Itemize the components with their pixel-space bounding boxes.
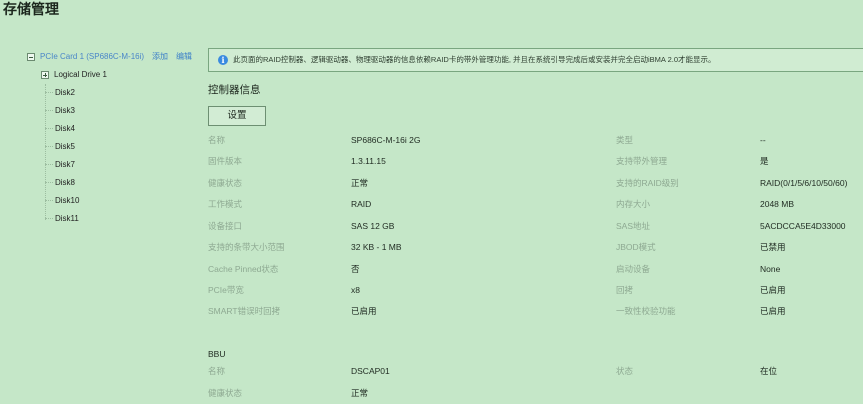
field-value: 在位 — [760, 366, 778, 376]
field-value: 正常 — [351, 178, 369, 188]
tree-node-disk[interactable]: Disk10 — [55, 192, 79, 210]
tree-connector — [45, 182, 53, 183]
field-value: 1.3.11.15 — [351, 156, 386, 166]
tree-node-disk[interactable]: Disk7 — [55, 156, 75, 174]
field-label: 支持的条带大小范围 — [208, 242, 285, 252]
field-value: 否 — [351, 264, 360, 274]
tree-connector — [45, 164, 53, 165]
collapse-icon[interactable] — [27, 52, 35, 61]
field-value: RAID — [351, 199, 372, 209]
expand-icon[interactable] — [41, 70, 49, 79]
add-link[interactable]: 添加 — [152, 52, 168, 61]
tree-node-disk[interactable]: Disk8 — [55, 174, 75, 192]
storage-management-page: 存储管理 PCIe Card 1 (SP686C-M-16i) 添加 编辑 Logi… — [0, 0, 863, 404]
field-value: 已启用 — [760, 306, 786, 316]
field-label: 支持的RAID级别 — [616, 178, 679, 188]
tree-connector — [45, 218, 53, 219]
tree-connector — [45, 110, 53, 111]
pcie-card-label[interactable]: PCIe Card 1 (SP686C-M-16i) — [40, 52, 144, 61]
tree-node-disk[interactable]: Disk2 — [55, 84, 75, 102]
tree-node-disk[interactable]: Disk11 — [55, 210, 79, 228]
field-label: 内存大小 — [616, 199, 651, 209]
controller-section-title: 控制器信息 — [208, 84, 261, 96]
field-value: 已禁用 — [760, 242, 786, 252]
field-label: 名称 — [208, 135, 226, 145]
field-value: 32 KB - 1 MB — [351, 242, 402, 252]
field-value: SP686C-M-16i 2G — [351, 135, 421, 145]
page-title: 存储管理 — [3, 1, 59, 17]
field-value: None — [760, 264, 781, 274]
field-label: 启动设备 — [616, 264, 651, 274]
field-label: 一致性校验功能 — [616, 306, 676, 316]
field-label: 名称 — [208, 366, 226, 376]
tree-node-disk[interactable]: Disk4 — [55, 120, 75, 138]
field-value: 已启用 — [351, 306, 377, 316]
field-value: 正常 — [351, 388, 369, 398]
field-value: 5ACDCCA5E4D33000 — [760, 221, 846, 231]
field-value: 已启用 — [760, 285, 786, 295]
tree-connector — [45, 92, 53, 93]
tree-connector — [45, 128, 53, 129]
field-label: JBOD模式 — [616, 242, 656, 252]
field-label: 健康状态 — [208, 388, 243, 398]
settings-button[interactable]: 设置 — [208, 106, 266, 126]
tree-connector — [45, 146, 53, 147]
tree-connector — [45, 200, 53, 201]
tree-node-pcie-card[interactable]: PCIe Card 1 (SP686C-M-16i) 添加 编辑 — [27, 48, 192, 66]
info-icon: i — [218, 55, 228, 65]
bbu-section-title: BBU — [208, 349, 226, 359]
field-label: 设备接口 — [208, 221, 243, 231]
edit-link[interactable]: 编辑 — [176, 52, 192, 61]
field-label: 回拷 — [616, 285, 634, 295]
field-value: 2048 MB — [760, 199, 795, 209]
field-label: 支持带外管理 — [616, 156, 668, 166]
field-value: DSCAP01 — [351, 366, 390, 376]
field-value: RAID(0/1/5/6/10/50/60) — [760, 178, 848, 188]
info-notice: i 此页面的RAID控制器、逻辑驱动器、物理驱动器的信息依赖RAID卡的带外管理… — [208, 48, 863, 72]
field-label: 类型 — [616, 135, 634, 145]
tree-node-logical-drive[interactable]: Logical Drive 1 — [41, 66, 107, 84]
field-label: 固件版本 — [208, 156, 243, 166]
tree-node-disk[interactable]: Disk3 — [55, 102, 75, 120]
field-value: -- — [760, 135, 766, 145]
logical-drive-label[interactable]: Logical Drive 1 — [54, 70, 107, 79]
field-value: SAS 12 GB — [351, 221, 395, 231]
notice-text: 此页面的RAID控制器、逻辑驱动器、物理驱动器的信息依赖RAID卡的带外管理功能… — [233, 55, 716, 64]
field-label: 状态 — [616, 366, 634, 376]
field-label: PCIe带宽 — [208, 285, 244, 295]
field-label: SAS地址 — [616, 221, 651, 231]
field-label: Cache Pinned状态 — [208, 264, 279, 274]
tree-node-disk[interactable]: Disk5 — [55, 138, 75, 156]
field-label: SMART错误时回拷 — [208, 306, 281, 316]
field-label: 健康状态 — [208, 178, 243, 188]
field-value: 是 — [760, 156, 769, 166]
field-label: 工作模式 — [208, 199, 243, 209]
field-value: x8 — [351, 285, 360, 295]
